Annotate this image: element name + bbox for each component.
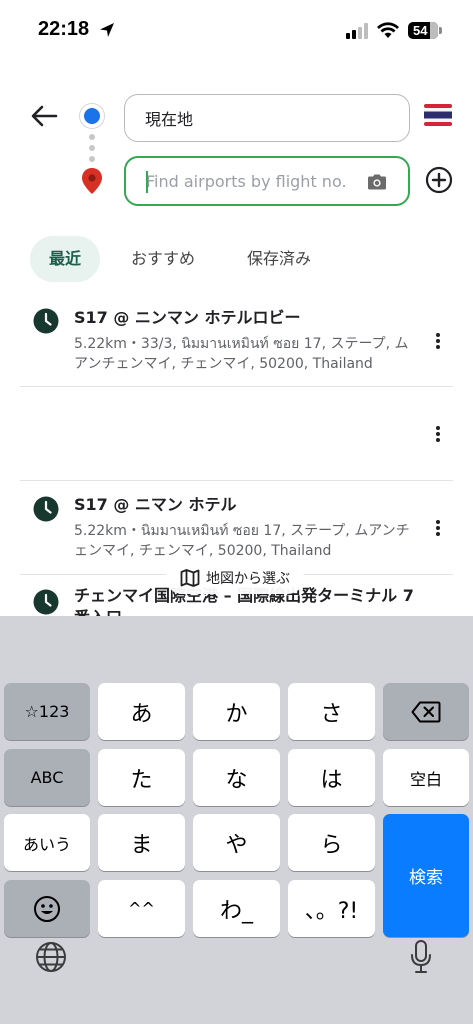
history-clock-icon bbox=[33, 496, 59, 522]
list-item-title: S17 @ ニンマン ホテルロビー bbox=[74, 308, 301, 327]
thailand-flag-icon[interactable] bbox=[424, 104, 452, 126]
more-vert-icon[interactable] bbox=[434, 519, 442, 537]
tab-saved[interactable]: 保存済み bbox=[247, 236, 311, 282]
key-emoji[interactable] bbox=[4, 880, 90, 937]
key-abc[interactable]: ABC bbox=[4, 749, 90, 806]
list-item[interactable] bbox=[0, 387, 473, 480]
tab-recommended[interactable]: おすすめ bbox=[131, 236, 195, 282]
search-key[interactable]: 検索 bbox=[383, 814, 469, 937]
key-symbols[interactable]: ☆123 bbox=[4, 683, 90, 740]
list-item-subtitle: 5.22km・33/3, นิมมานเหมินท์ ซอย 17, ステープ,… bbox=[74, 336, 409, 372]
origin-location-icon bbox=[80, 104, 104, 128]
key-na[interactable]: な bbox=[193, 749, 280, 806]
camera-icon[interactable] bbox=[366, 173, 388, 191]
key-ma[interactable]: ま bbox=[98, 814, 185, 871]
location-arrow-icon bbox=[100, 23, 114, 37]
back-arrow-icon[interactable] bbox=[28, 101, 60, 131]
origin-input[interactable]: 現在地 bbox=[124, 94, 410, 142]
key-ka[interactable]: か bbox=[193, 683, 280, 740]
add-stop-icon[interactable] bbox=[425, 166, 453, 194]
microphone-icon[interactable] bbox=[410, 940, 432, 974]
key-delete[interactable] bbox=[383, 683, 469, 740]
destination-input[interactable] bbox=[146, 171, 356, 191]
key-sa[interactable]: さ bbox=[288, 683, 375, 740]
more-vert-icon[interactable] bbox=[434, 332, 442, 350]
list-item[interactable]: S17 @ ニンマン ホテルロビー 5.22km・33/3, นิมมานเหม… bbox=[0, 288, 473, 386]
key-a[interactable]: あ bbox=[98, 683, 185, 740]
key-kaomoji[interactable]: ^^ bbox=[98, 880, 185, 937]
delete-icon bbox=[411, 701, 441, 722]
emoji-icon bbox=[34, 895, 60, 922]
status-time: 22:18 bbox=[38, 18, 90, 40]
key-kana-mode[interactable]: あいう bbox=[4, 814, 90, 871]
key-space[interactable]: 空白 bbox=[383, 749, 469, 806]
text-caret bbox=[146, 171, 148, 193]
destination-field[interactable] bbox=[124, 156, 410, 206]
key-ya[interactable]: や bbox=[193, 814, 280, 871]
key-ha[interactable]: は bbox=[288, 749, 375, 806]
wifi-icon bbox=[377, 22, 399, 38]
route-connector-dots bbox=[89, 134, 95, 167]
more-vert-icon[interactable] bbox=[434, 425, 442, 443]
map-icon bbox=[180, 569, 200, 587]
history-clock-icon bbox=[33, 589, 59, 615]
key-punctuation[interactable]: 、。?! bbox=[288, 880, 375, 937]
choose-on-map-button[interactable]: 地図から選ぶ bbox=[166, 562, 304, 594]
origin-value: 現在地 bbox=[145, 110, 194, 129]
destination-pin-icon bbox=[82, 168, 102, 194]
globe-icon[interactable] bbox=[35, 941, 67, 973]
list-item-subtitle: 5.22km・นิมมานเหมินท์ ซอย 17, ステープ, ムアンチェ… bbox=[74, 523, 410, 559]
battery-level: 54 bbox=[413, 23, 428, 38]
list-item-title: S17 @ ニマン ホテル bbox=[74, 495, 237, 514]
status-bar: 22:18 54 bbox=[0, 0, 473, 60]
battery-icon: 54 bbox=[408, 22, 442, 39]
cellular-signal-icon bbox=[346, 23, 368, 39]
list-item[interactable]: S17 @ ニマン ホテル 5.22km・นิมมานเหมินท์ ซอย 1… bbox=[0, 481, 473, 574]
key-wa[interactable]: わ_ bbox=[193, 880, 280, 937]
tab-recent[interactable]: 最近 bbox=[30, 236, 100, 282]
history-clock-icon bbox=[33, 308, 59, 334]
key-ta[interactable]: た bbox=[98, 749, 185, 806]
key-ra[interactable]: ら bbox=[288, 814, 375, 871]
choose-on-map-label: 地図から選ぶ bbox=[206, 571, 290, 587]
